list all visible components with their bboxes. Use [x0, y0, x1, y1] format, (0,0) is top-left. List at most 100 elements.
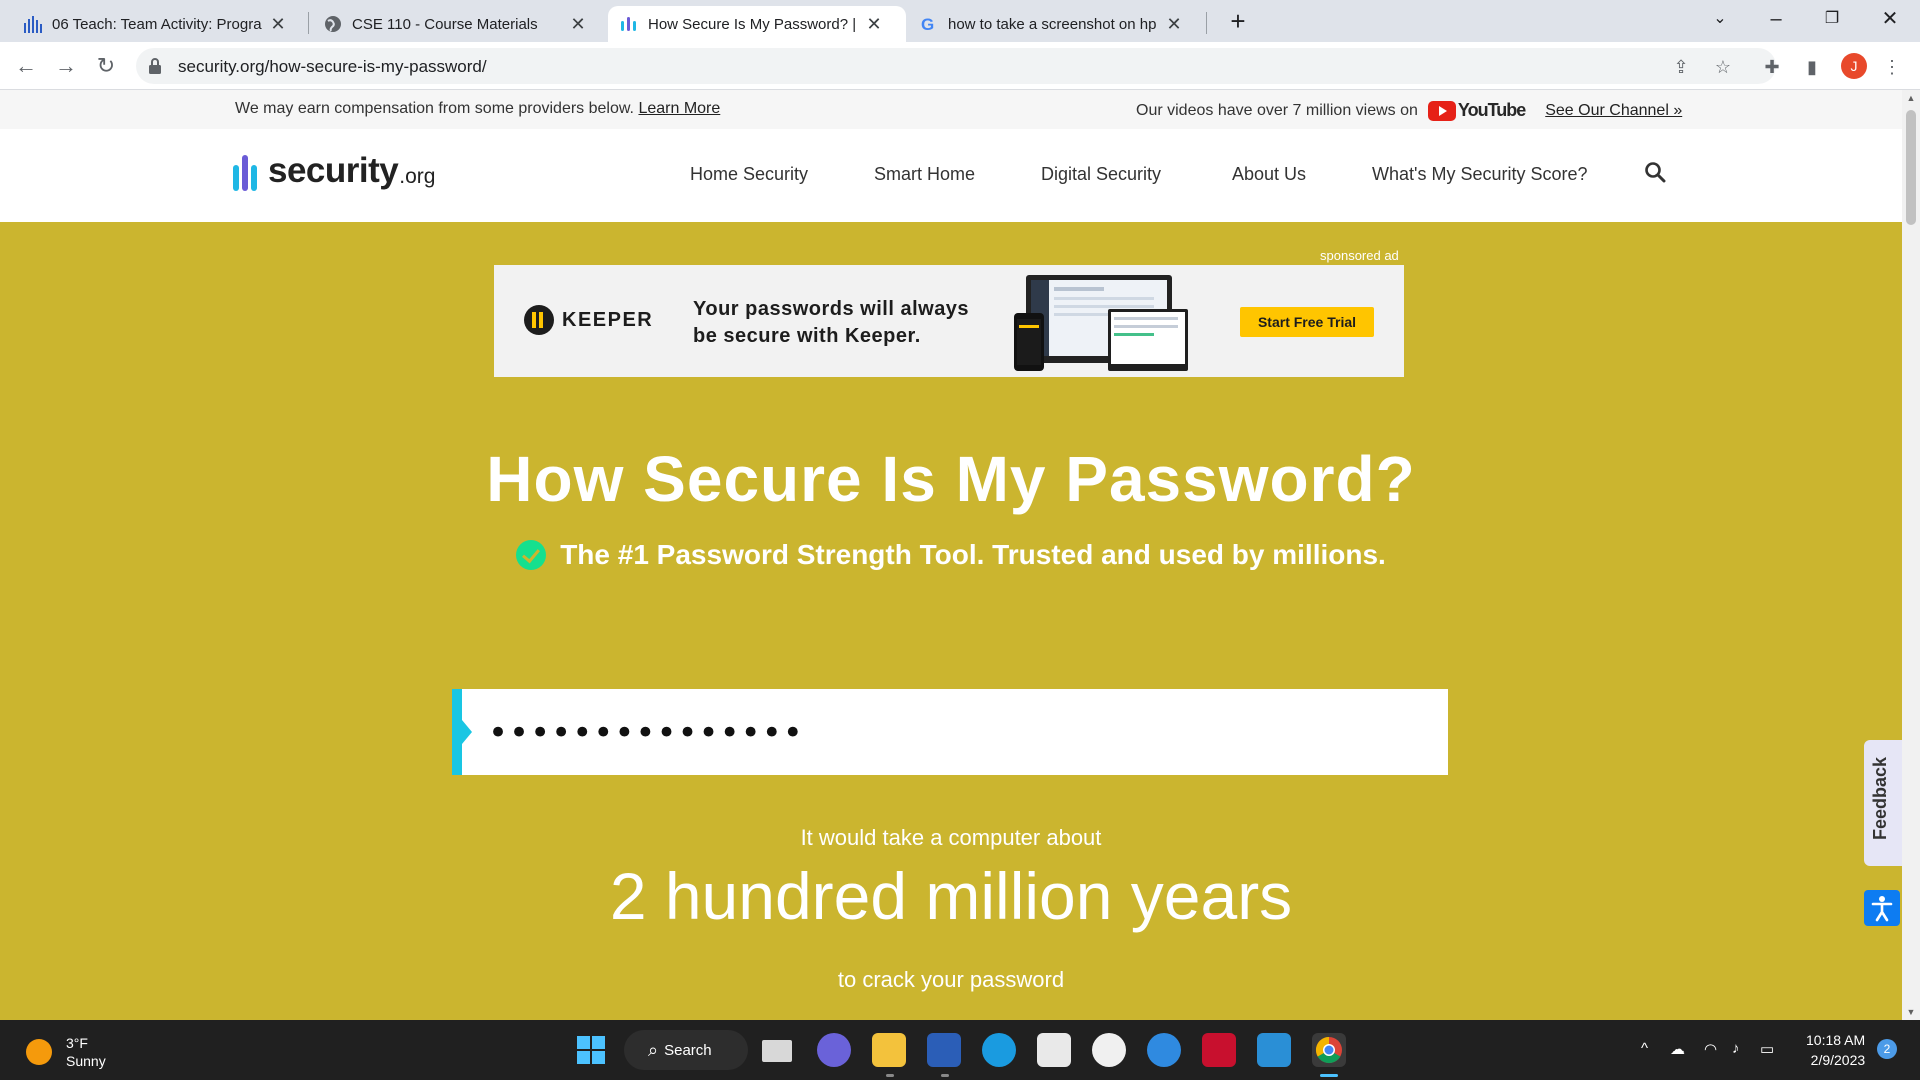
- feedback-tab[interactable]: Feedback: [1864, 740, 1902, 866]
- word-icon[interactable]: [927, 1033, 961, 1067]
- learn-more-link[interactable]: Learn More: [638, 100, 720, 117]
- search-icon[interactable]: [1644, 161, 1666, 183]
- help-icon[interactable]: [1147, 1033, 1181, 1067]
- accessibility-icon: [1871, 896, 1893, 922]
- chrome-icon[interactable]: [1312, 1033, 1346, 1067]
- password-field-container: [452, 689, 1448, 775]
- new-tab-button[interactable]: +: [1222, 6, 1254, 38]
- search-icon: ⌕: [648, 1039, 659, 1060]
- microsoft-store-icon[interactable]: [1037, 1033, 1071, 1067]
- window-close-button[interactable]: ✕: [1862, 0, 1918, 40]
- task-view-icon[interactable]: [762, 1040, 792, 1062]
- google-icon: G: [920, 15, 938, 33]
- nav-security-score[interactable]: What's My Security Score?: [1372, 164, 1588, 185]
- scroll-thumb[interactable]: [1906, 110, 1916, 225]
- nav-home-security[interactable]: Home Security: [690, 164, 808, 185]
- vscode-icon[interactable]: [1257, 1033, 1291, 1067]
- tab-how-secure[interactable]: How Secure Is My Password? | Pa ✕: [608, 6, 906, 42]
- start-free-trial-button[interactable]: Start Free Trial: [1240, 307, 1374, 337]
- keeper-brand: KEEPER: [562, 308, 654, 331]
- address-bar[interactable]: security.org/how-secure-is-my-password/ …: [136, 48, 1776, 84]
- tab-title: CSE 110 - Course Materials: [352, 15, 538, 33]
- site-header: security .org Home Security Smart Home D…: [0, 129, 1902, 222]
- page-scrollbar[interactable]: ▲ ▼: [1902, 90, 1920, 1020]
- disclosure: We may earn compensation from some provi…: [235, 100, 720, 118]
- weather-condition: Sunny: [66, 1053, 106, 1069]
- tab-title: How Secure Is My Password? | Pa: [648, 15, 858, 33]
- result-tail-text: to crack your password: [837, 967, 1065, 992]
- side-panel-icon[interactable]: ▮: [1800, 55, 1824, 79]
- clock-time: 10:18 AM: [1806, 1032, 1866, 1048]
- sun-icon: [26, 1039, 52, 1065]
- see-channel-link[interactable]: See Our Channel »: [1545, 102, 1682, 120]
- menu-kebab-icon[interactable]: ⋮: [1880, 55, 1904, 79]
- keeper-ad-banner[interactable]: KEEPER Your passwords will always be sec…: [494, 265, 1404, 377]
- notification-badge[interactable]: 2: [1877, 1039, 1897, 1059]
- nav-smart-home[interactable]: Smart Home: [874, 164, 975, 185]
- restore-button[interactable]: ❐: [1804, 0, 1860, 40]
- close-icon[interactable]: ✕: [1164, 14, 1184, 35]
- teams-chat-icon[interactable]: [817, 1033, 851, 1067]
- keeper-mark-icon: [524, 305, 554, 335]
- windows-start-icon[interactable]: [574, 1033, 608, 1067]
- profile-avatar[interactable]: J: [1841, 53, 1867, 79]
- taskbar-search[interactable]: ⌕ Search: [624, 1030, 748, 1070]
- disclosure-bar: We may earn compensation from some provi…: [0, 90, 1902, 129]
- tray-chevron-icon[interactable]: ^: [1641, 1040, 1648, 1057]
- active-indicator: [1320, 1074, 1338, 1077]
- password-input[interactable]: [488, 713, 1388, 753]
- result-lead-text: It would take a computer about: [800, 825, 1102, 850]
- wifi-icon[interactable]: ◠: [1704, 1040, 1717, 1058]
- globe-icon: [324, 15, 342, 33]
- app-shield-icon[interactable]: [1092, 1033, 1126, 1067]
- running-indicator: [886, 1074, 894, 1077]
- svg-text:G: G: [921, 15, 934, 33]
- keeper-logo: KEEPER: [524, 305, 653, 335]
- youtube-wordmark: YouTube: [1457, 100, 1526, 120]
- share-icon[interactable]: ⇪: [1670, 57, 1692, 77]
- extensions-puzzle-icon[interactable]: ✚: [1760, 55, 1784, 79]
- reload-icon[interactable]: ↻: [90, 50, 122, 82]
- security-org-icon: [620, 15, 638, 33]
- file-explorer-icon[interactable]: [872, 1033, 906, 1067]
- youtube-logo[interactable]: YouTube: [1427, 100, 1526, 121]
- battery-icon[interactable]: ▭: [1760, 1040, 1774, 1058]
- onedrive-icon[interactable]: ☁: [1670, 1040, 1685, 1058]
- close-icon[interactable]: ✕: [268, 14, 288, 35]
- feedback-label: Feedback: [1870, 756, 1890, 840]
- weather-widget[interactable]: 3°F Sunny: [26, 1034, 106, 1070]
- back-arrow-icon[interactable]: ←: [10, 50, 42, 82]
- clock-date: 2/9/2023: [1810, 1052, 1866, 1068]
- accessibility-button[interactable]: [1864, 890, 1900, 926]
- youtube-play-icon: [1427, 100, 1456, 121]
- logo-word: security: [268, 151, 399, 190]
- forward-arrow-icon[interactable]: →: [50, 50, 82, 82]
- volume-icon[interactable]: ♪: [1732, 1040, 1740, 1057]
- device-mockup-icon: [1014, 275, 1188, 371]
- tab-search-chevron-icon[interactable]: ⌄: [1692, 0, 1748, 40]
- tab-title: 06 Teach: Team Activity: Program: [52, 15, 262, 33]
- tab-divider: [1206, 12, 1207, 34]
- close-icon[interactable]: ✕: [568, 14, 588, 35]
- bookmark-star-icon[interactable]: ☆: [1712, 57, 1734, 77]
- tab-team-activity[interactable]: 06 Teach: Team Activity: Program ✕: [12, 6, 300, 42]
- edge-icon[interactable]: [982, 1033, 1016, 1067]
- site-logo[interactable]: security .org: [233, 151, 435, 191]
- lock-icon: [149, 58, 161, 74]
- tab-title: how to take a screenshot on hp l: [948, 15, 1158, 33]
- running-indicator: [941, 1074, 949, 1077]
- nav-digital-security[interactable]: Digital Security: [1041, 164, 1161, 185]
- scroll-down-icon[interactable]: ▼: [1902, 1004, 1920, 1020]
- tab-divider: [308, 12, 309, 34]
- nav-about-us[interactable]: About Us: [1232, 164, 1306, 185]
- logo-tld: .org: [399, 165, 436, 188]
- scroll-up-icon[interactable]: ▲: [1902, 90, 1920, 106]
- close-icon[interactable]: ✕: [864, 14, 884, 35]
- page-viewport: We may earn compensation from some provi…: [0, 90, 1902, 1020]
- mcafee-icon[interactable]: [1202, 1033, 1236, 1067]
- minimize-button[interactable]: –: [1748, 0, 1804, 40]
- tab-google-search[interactable]: G how to take a screenshot on hp l ✕: [908, 6, 1196, 42]
- taskbar-clock[interactable]: 10:18 AM 2/9/2023: [1806, 1030, 1865, 1070]
- tab-cse110[interactable]: CSE 110 - Course Materials ✕: [312, 6, 600, 42]
- page-title: How Secure Is My Password?: [486, 443, 1416, 515]
